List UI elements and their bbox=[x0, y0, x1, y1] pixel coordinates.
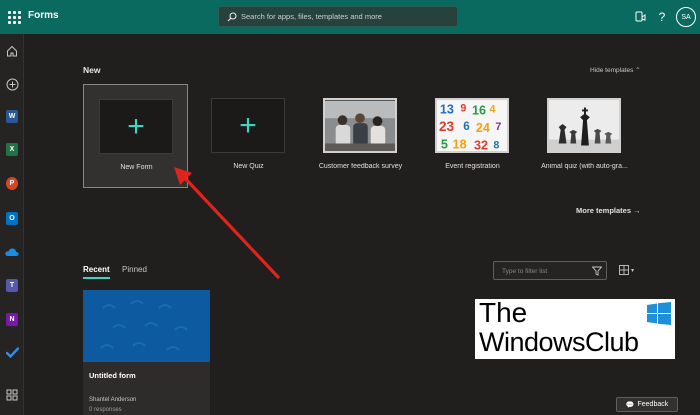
annotation-arrow bbox=[174, 167, 280, 279]
tab-recent[interactable]: Recent bbox=[83, 265, 110, 274]
svg-text:16: 16 bbox=[472, 103, 486, 117]
todo-icon[interactable] bbox=[4, 344, 20, 360]
tab-underline bbox=[83, 277, 110, 279]
svg-text:5: 5 bbox=[441, 137, 448, 151]
onenote-icon[interactable]: N bbox=[4, 311, 20, 327]
arrow-right-icon: → bbox=[633, 206, 641, 215]
watermark-logo: The WindowsClub bbox=[475, 299, 675, 359]
more-templates-link[interactable]: More templates → bbox=[576, 206, 641, 215]
watermark-line2: WindowsClub bbox=[479, 327, 639, 357]
filter-icon[interactable] bbox=[592, 266, 602, 276]
outlook-icon[interactable]: O bbox=[4, 210, 20, 226]
plus-icon: + bbox=[239, 108, 257, 142]
feedback-button[interactable]: 💬 Feedback bbox=[616, 397, 678, 412]
svg-text:32: 32 bbox=[474, 138, 488, 152]
search-input[interactable] bbox=[241, 9, 451, 24]
tab-pinned[interactable]: Pinned bbox=[122, 265, 147, 274]
template-customer-feedback[interactable]: Customer feedback survey bbox=[308, 84, 413, 188]
svg-text:9: 9 bbox=[460, 102, 466, 114]
app-launcher-icon[interactable] bbox=[6, 9, 22, 25]
app-title[interactable]: Forms bbox=[28, 10, 59, 21]
onedrive-icon[interactable] bbox=[4, 244, 20, 260]
create-icon[interactable] bbox=[4, 76, 20, 92]
svg-text:23: 23 bbox=[439, 118, 455, 133]
template-label: Animal quiz (with auto-gra... bbox=[541, 163, 628, 170]
avatar[interactable]: SA bbox=[676, 7, 696, 27]
help-icon[interactable]: ? bbox=[653, 8, 671, 26]
search-icon bbox=[227, 12, 237, 22]
chevron-up-icon: ⌃ bbox=[635, 67, 641, 74]
app-rail: W X P O T N bbox=[0, 34, 24, 415]
recent-form-card[interactable]: Untitled form Shantel Anderson 0 respons… bbox=[83, 290, 210, 415]
teams-icon[interactable]: T bbox=[4, 277, 20, 293]
filter-input[interactable] bbox=[502, 264, 588, 278]
template-thumbnail: + bbox=[211, 98, 285, 153]
svg-text:4: 4 bbox=[490, 103, 496, 115]
windows-logo-icon bbox=[647, 302, 671, 325]
svg-text:6: 6 bbox=[463, 119, 470, 132]
immersive-reader-icon[interactable] bbox=[631, 8, 649, 26]
form-title: Untitled form bbox=[89, 371, 136, 380]
new-section-heading: New bbox=[83, 65, 101, 75]
svg-text:24: 24 bbox=[476, 120, 490, 134]
more-templates-label: More templates bbox=[576, 206, 632, 215]
form-responses: 0 responses bbox=[89, 407, 122, 413]
powerpoint-icon[interactable]: P bbox=[4, 175, 20, 191]
template-event-registration[interactable]: 13 9 16 4 23 6 24 7 5 18 32 8 Event regi… bbox=[420, 84, 525, 188]
excel-icon[interactable]: X bbox=[4, 141, 20, 157]
search-box[interactable] bbox=[218, 6, 458, 27]
svg-text:7: 7 bbox=[495, 120, 501, 132]
template-label: Customer feedback survey bbox=[318, 163, 403, 170]
top-bar: Forms ? SA bbox=[0, 0, 700, 34]
hide-templates-label: Hide templates bbox=[590, 67, 634, 74]
all-apps-icon[interactable] bbox=[4, 387, 20, 403]
watermark-line1: The bbox=[479, 297, 528, 328]
feedback-label: Feedback bbox=[637, 401, 669, 408]
home-icon[interactable] bbox=[4, 43, 20, 59]
feedback-icon: 💬 bbox=[625, 401, 635, 409]
hide-templates-link[interactable]: Hide templates ⌃ bbox=[590, 66, 641, 74]
view-toggle-button[interactable]: ▾ bbox=[619, 264, 637, 276]
form-cover-image bbox=[83, 290, 210, 362]
word-icon[interactable]: W bbox=[4, 108, 20, 124]
grid-view-icon bbox=[619, 265, 629, 275]
template-thumbnail: + bbox=[99, 99, 173, 154]
svg-text:13: 13 bbox=[440, 102, 454, 116]
chevron-down-icon: ▾ bbox=[631, 267, 635, 274]
svg-text:18: 18 bbox=[453, 137, 467, 151]
svg-text:8: 8 bbox=[493, 139, 499, 151]
template-thumbnail-numbers: 13 9 16 4 23 6 24 7 5 18 32 8 bbox=[435, 98, 509, 153]
filter-box[interactable] bbox=[493, 261, 607, 280]
template-label: Event registration bbox=[445, 163, 500, 170]
form-owner: Shantel Anderson bbox=[89, 397, 137, 403]
template-animal-quiz[interactable]: Animal quiz (with auto-gra... bbox=[532, 84, 637, 188]
plus-icon: + bbox=[127, 109, 145, 143]
template-thumbnail-chess bbox=[547, 98, 621, 153]
template-thumbnail-people-photo bbox=[323, 98, 397, 153]
